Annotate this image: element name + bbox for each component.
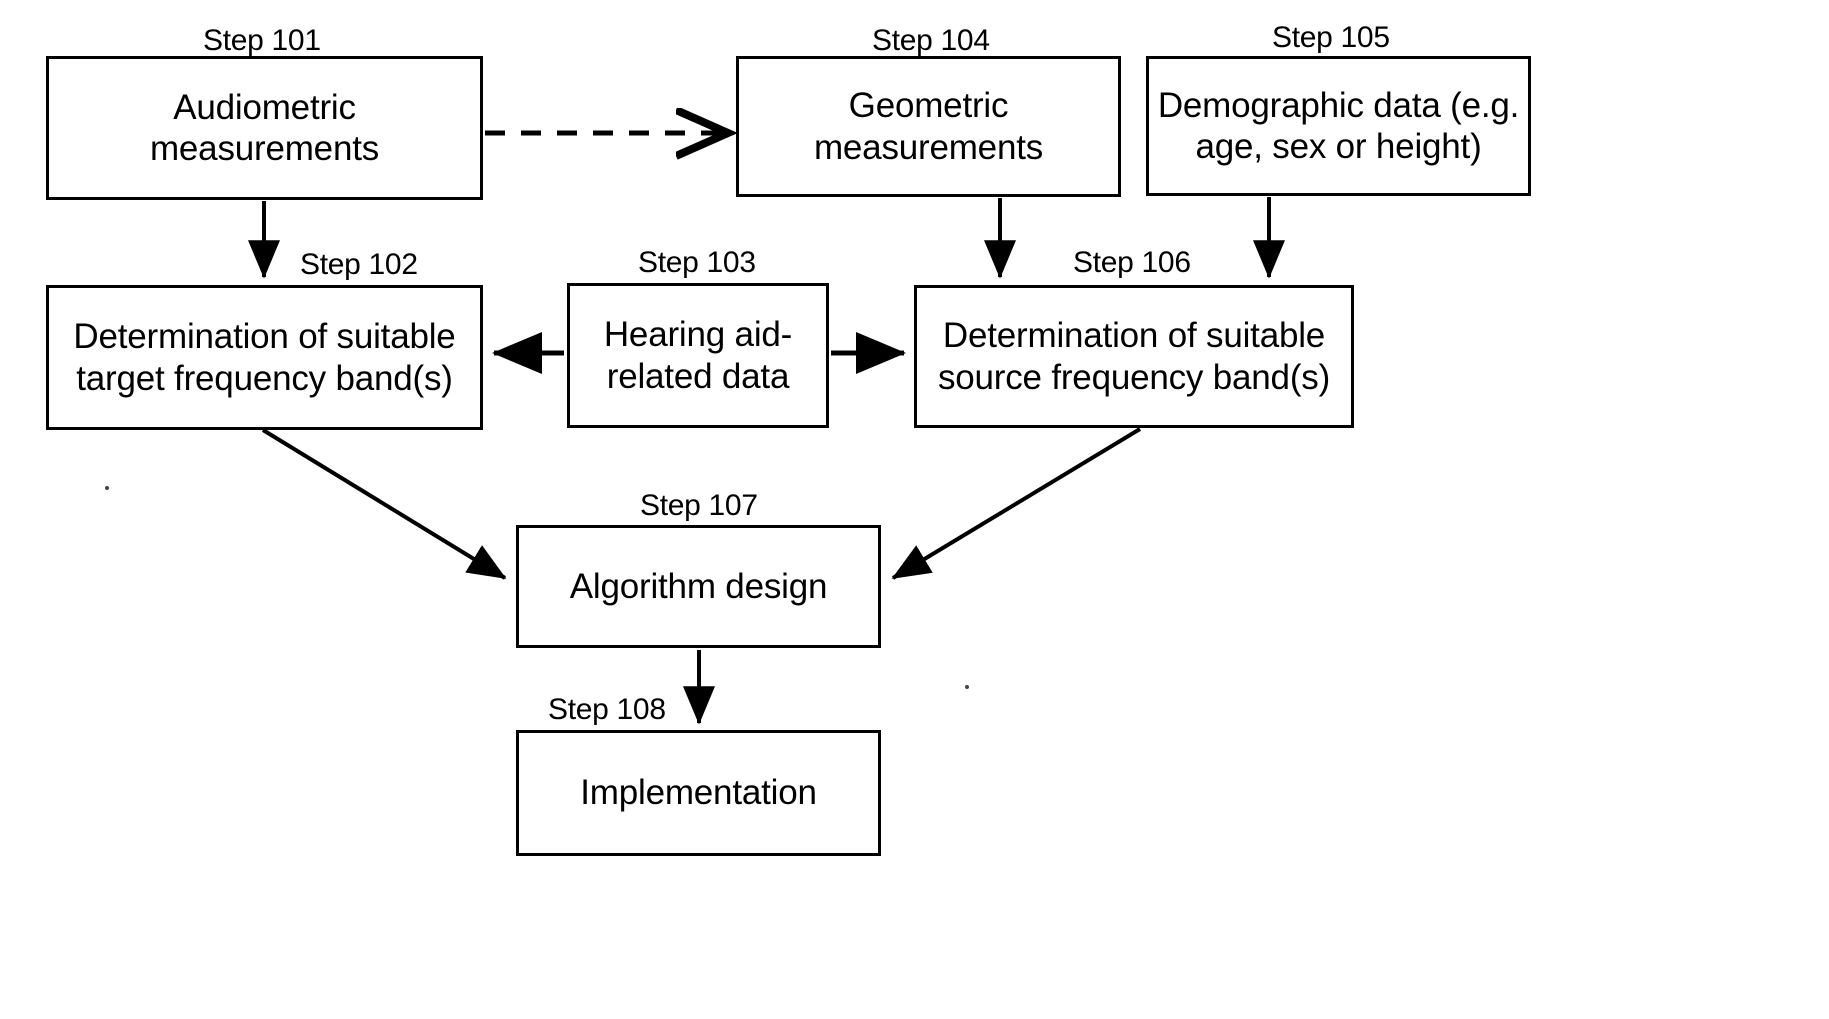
step-tag-105: Step 105 bbox=[1272, 21, 1390, 54]
node-algorithm-design: Algorithm design bbox=[516, 525, 881, 648]
node-target-frequency-band-determination: Determination of suitable target frequen… bbox=[46, 285, 483, 430]
node-label: Determination of suitable source frequen… bbox=[937, 316, 1331, 397]
step-tag-103: Step 103 bbox=[638, 246, 756, 279]
node-label: Determination of suitable target frequen… bbox=[73, 317, 456, 398]
step-tag-107: Step 107 bbox=[640, 489, 758, 522]
connector-106-to-107 bbox=[891, 427, 1142, 580]
node-label: Hearing aid- related data bbox=[603, 315, 793, 396]
node-hearing-aid-related-data: Hearing aid- related data bbox=[567, 283, 829, 428]
node-label: Audiometric measurements bbox=[149, 87, 380, 168]
node-audiometric-measurements: Audiometric measurements bbox=[46, 56, 483, 200]
scan-speck bbox=[105, 486, 109, 490]
node-implementation: Implementation bbox=[516, 730, 881, 856]
node-label: Algorithm design bbox=[569, 566, 828, 606]
step-tag-104: Step 104 bbox=[872, 24, 990, 57]
node-label: Geometric measurements bbox=[813, 86, 1044, 167]
node-source-frequency-band-determination: Determination of suitable source frequen… bbox=[914, 285, 1354, 428]
step-tag-102: Step 102 bbox=[300, 248, 418, 281]
connector-102-to-107 bbox=[261, 428, 507, 580]
step-tag-106: Step 106 bbox=[1073, 246, 1191, 279]
step-tag-108: Step 108 bbox=[548, 693, 666, 726]
node-geometric-measurements: Geometric measurements bbox=[736, 56, 1121, 197]
scan-speck bbox=[965, 685, 969, 689]
node-demographic-data: Demographic data (e.g. age, sex or heigh… bbox=[1146, 56, 1531, 196]
node-label: Implementation bbox=[580, 773, 817, 813]
node-label: Demographic data (e.g. age, sex or heigh… bbox=[1157, 85, 1520, 166]
flowchart-canvas: Step 101 Step 104 Step 105 Step 102 Step… bbox=[0, 0, 1829, 1019]
step-tag-101: Step 101 bbox=[203, 24, 321, 57]
